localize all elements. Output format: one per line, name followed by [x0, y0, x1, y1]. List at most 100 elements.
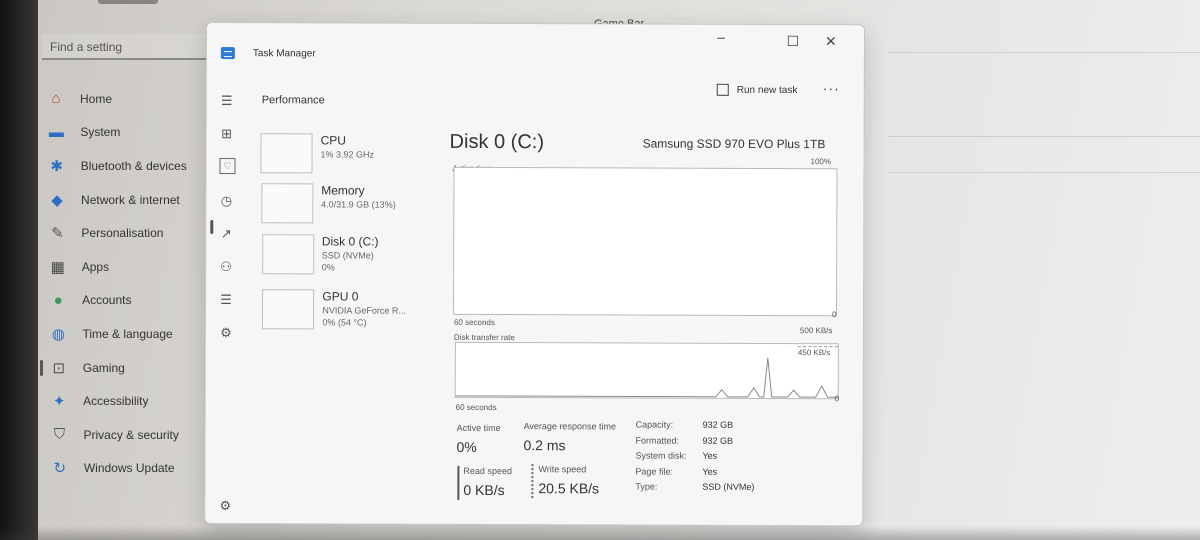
sidebar-item-label: Network & internet	[81, 192, 180, 207]
active-time-stat-label: Active time	[456, 422, 501, 434]
property-key: Capacity:	[635, 419, 674, 430]
sidebar-item-apps[interactable]: ▦ Apps	[46, 250, 187, 284]
device-usage: 0% (54 °C)	[322, 317, 367, 328]
hamburger-menu-icon[interactable]: ☰	[217, 91, 237, 111]
sidebar-item-accounts[interactable]: ● Accounts	[46, 284, 187, 318]
sidebar-item-label: Accessibility	[83, 394, 149, 409]
property-value: SSD (NVMe)	[702, 481, 755, 492]
settings-content-area	[888, 0, 1200, 540]
system-icon: ▬	[48, 123, 64, 141]
brush-icon: ✎	[51, 225, 64, 243]
sidebar-item-label: Home	[80, 91, 113, 106]
app-history-icon[interactable]: ◷	[216, 191, 236, 211]
property-key: System disk:	[635, 450, 687, 461]
maximize-button[interactable]: ☐	[779, 31, 807, 51]
sidebar-item-network-internet[interactable]: ◆ Network & internet	[46, 183, 187, 217]
device-name: GPU 0	[322, 289, 359, 304]
sidebar-item-bluetooth-devices[interactable]: ✱ Bluetooth & devices	[46, 149, 186, 183]
startup-apps-icon[interactable]: ↗	[216, 224, 236, 244]
sidebar-item-system[interactable]: ▬ System	[46, 116, 187, 150]
device-item-cpu[interactable]: CPU 1% 3.92 GHz	[260, 133, 450, 178]
transfer-rate-graph: 450 KB/s	[454, 341, 839, 400]
settings-gear-icon[interactable]: ⚙	[215, 496, 235, 516]
home-icon: ⌂	[51, 90, 61, 108]
device-detail-title: Disk 0 (C:)	[449, 130, 545, 154]
sidebar-item-gaming[interactable]: ⊡ Gaming	[40, 351, 187, 385]
device-list: CPU 1% 3.92 GHz Memory 4.0/31.9 GB (13%) Dis…	[207, 23, 864, 330]
property-value: 932 GB	[702, 435, 734, 446]
active-time-graph	[452, 166, 838, 317]
device-name: Memory	[321, 183, 365, 198]
close-button[interactable]: ✕	[817, 31, 845, 51]
performance-icon[interactable]: ♡	[219, 158, 236, 175]
write-speed-indicator	[531, 464, 534, 499]
globe-icon: ◍	[51, 325, 65, 343]
device-model: Samsung SSD 970 EVO Plus 1TB	[642, 136, 826, 152]
sidebar-item-accessibility[interactable]: ✦ Accessibility	[46, 384, 187, 418]
active-time-min-label: 0	[831, 310, 837, 320]
avg-response-value: 0.2 ms	[523, 437, 566, 454]
active-time-stat-value: 0%	[456, 438, 477, 455]
settings-nav: ⌂ Home ▬ System ✱ Bluetooth & devices ◆ Network…	[40, 82, 187, 486]
disk-properties: Capacity: 932 GB Formatted: 932 GB System di…	[207, 23, 864, 492]
sidebar-item-label: Windows Update	[83, 461, 175, 476]
sidebar-item-time-language[interactable]: ◍ Time & language	[46, 317, 187, 351]
details-icon[interactable]: ☰	[216, 290, 236, 310]
title-bar: Task Manager	[220, 47, 316, 60]
device-thumbnail	[261, 183, 314, 224]
sidebar-item-home[interactable]: ⌂ Home	[46, 82, 187, 116]
services-icon[interactable]: ⚙	[216, 323, 236, 343]
sidebar-item-label: Time & language	[82, 326, 173, 341]
read-speed-label: Read speed	[463, 465, 512, 477]
sidebar-item-label: Accounts	[82, 293, 132, 308]
transfer-rate-max-label: 500 KB/s	[799, 326, 833, 336]
run-new-task-button[interactable]: Run new task	[716, 83, 798, 96]
update-icon: ↻	[53, 460, 67, 478]
settings-search-input[interactable]: Find a setting	[42, 34, 222, 60]
transfer-rate-line	[455, 357, 838, 398]
time-axis-label-1: 60 seconds	[453, 317, 495, 328]
device-name: Disk 0 (C:)	[321, 234, 379, 249]
wifi-icon: ◆	[51, 191, 63, 209]
property-key: Formatted:	[635, 435, 680, 446]
device-subtitle: SSD (NVMe)	[321, 250, 374, 261]
device-subtitle: 1% 3.92 GHz	[320, 149, 375, 160]
device-thumbnail	[261, 234, 314, 275]
more-options-button[interactable]: ···	[823, 80, 840, 96]
property-key: Type:	[635, 481, 658, 492]
write-speed-label: Write speed	[538, 464, 587, 475]
run-task-icon	[716, 83, 729, 96]
bluetooth-icon: ✱	[50, 157, 63, 175]
transfer-rate-min-label: 0	[834, 394, 840, 404]
sidebar-item-label: Personalisation	[81, 226, 164, 241]
sidebar-item-privacy-security[interactable]: ⛉ Privacy & security	[46, 418, 187, 452]
device-usage: 0%	[321, 262, 335, 273]
run-new-task-label: Run new task	[736, 84, 798, 96]
avg-response-label: Average response time	[523, 421, 616, 432]
property-value: Yes	[702, 466, 718, 477]
task-manager-window: Task Manager – ☐ ✕ ☰ ⊞ ♡ ◷ ↗ ⚇ ☰ ⚙ ⚙ Per…	[204, 22, 865, 527]
property-value: 932 GB	[702, 419, 734, 430]
sidebar-item-personalisation[interactable]: ✎ Personalisation	[46, 216, 187, 250]
nav-rail: ☰ ⊞ ♡ ◷ ↗ ⚇ ☰ ⚙ ⚙	[205, 83, 247, 523]
device-thumbnail	[260, 133, 313, 174]
users-icon[interactable]: ⚇	[216, 257, 236, 277]
device-item-memory[interactable]: Memory 4.0/31.9 GB (13%)	[261, 183, 451, 228]
gaming-icon: ⊡	[52, 359, 66, 377]
device-item-disk-0-c[interactable]: Disk 0 (C:) SSD (NVMe) 0%	[261, 234, 452, 279]
sidebar-item-windows-update[interactable]: ↻ Windows Update	[46, 452, 187, 486]
device-item-gpu-0[interactable]: GPU 0 NVIDIA GeForce R... 0% (54 °C)	[262, 289, 452, 334]
property-key: Page file:	[635, 466, 673, 477]
shield-icon: ⛉	[53, 426, 66, 444]
accessibility-icon: ✦	[52, 393, 66, 411]
screen-bottom-shadow	[0, 526, 1200, 540]
device-subtitle: 4.0/31.9 GB (13%)	[321, 199, 396, 210]
minimize-button[interactable]: –	[707, 27, 735, 47]
sidebar-item-label: System	[80, 125, 121, 140]
property-value: Yes	[702, 450, 718, 461]
transfer-rate-graph-label: Disk transfer rate	[453, 332, 515, 343]
processes-icon[interactable]: ⊞	[217, 124, 237, 144]
apps-icon: ▦	[50, 258, 65, 276]
task-manager-icon	[220, 47, 235, 60]
read-speed-value: 0 KB/s	[463, 481, 505, 499]
